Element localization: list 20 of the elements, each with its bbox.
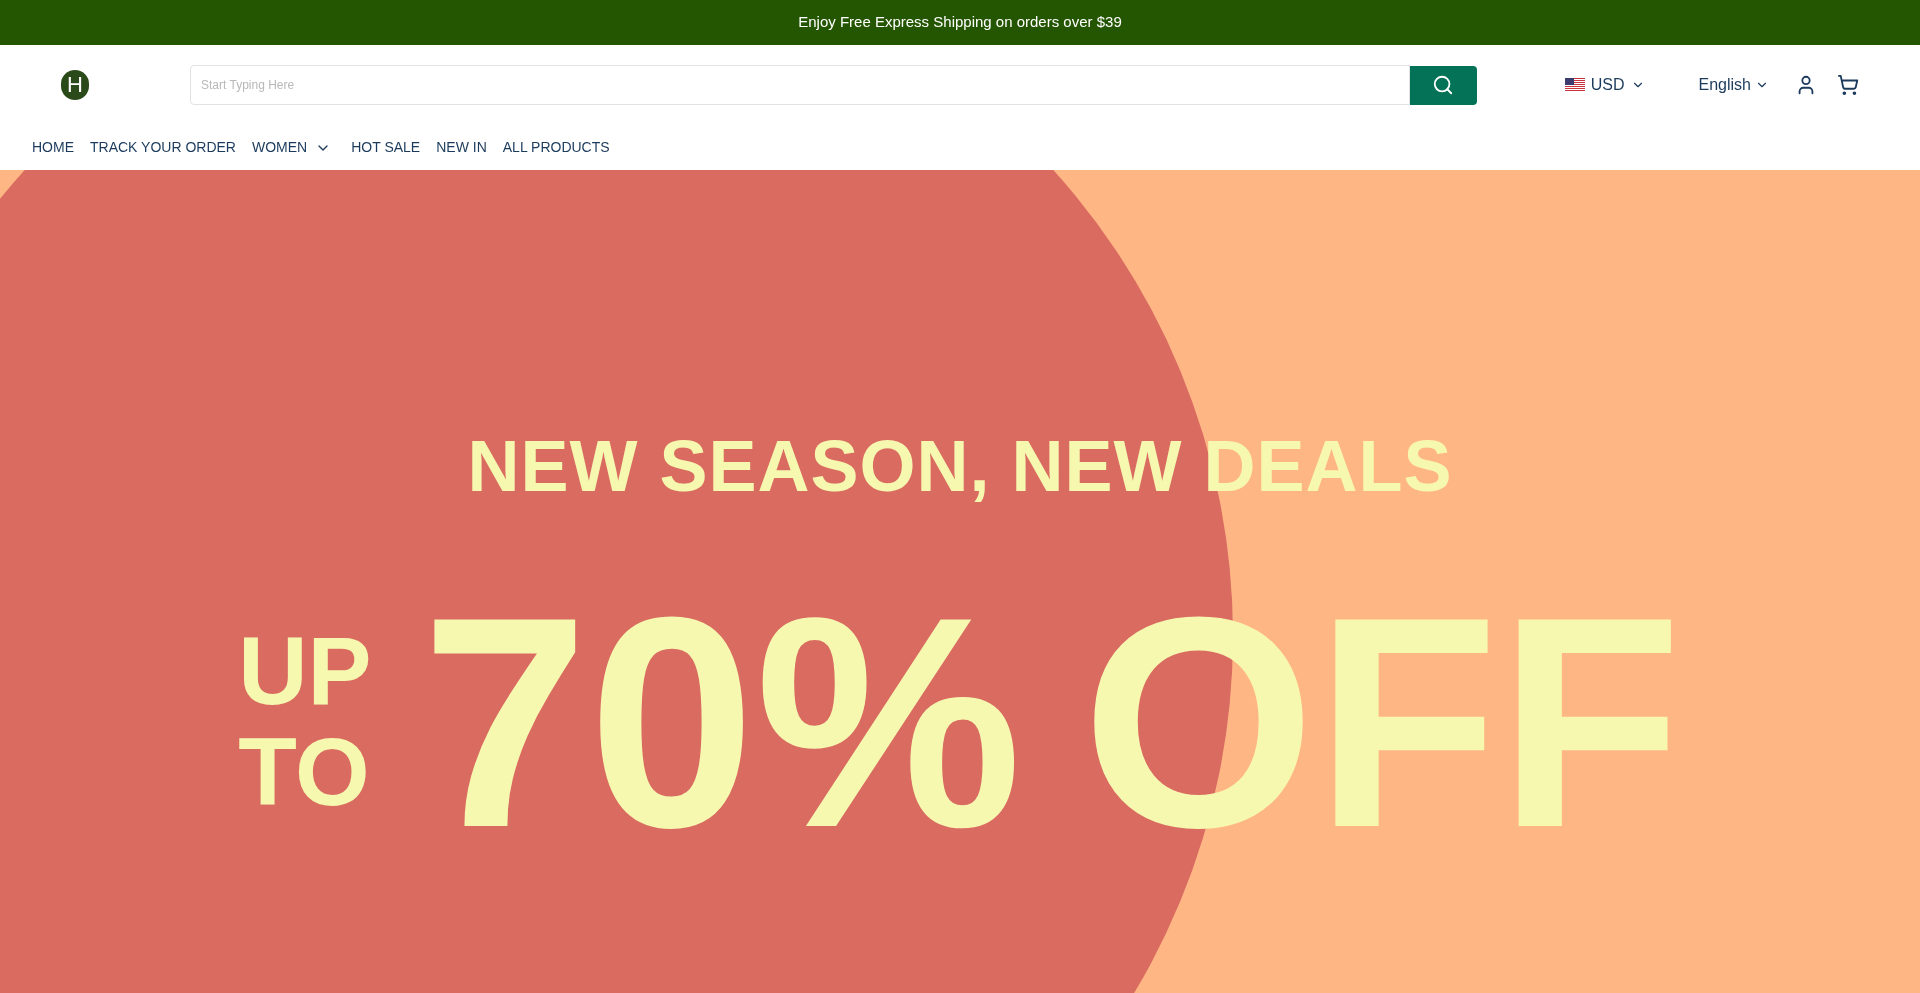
- currency-selector[interactable]: USD: [1564, 73, 1645, 97]
- logo[interactable]: H: [61, 70, 89, 100]
- nav-link[interactable]: HOT SALE: [351, 137, 421, 158]
- hero-up-text: UP: [238, 621, 372, 722]
- nav-link[interactable]: NEW IN: [436, 137, 487, 158]
- hero-to-text: TO: [238, 722, 371, 823]
- nav-link[interactable]: HOME: [32, 137, 74, 158]
- language-selector[interactable]: English: [1698, 73, 1769, 97]
- search-field[interactable]: Start Typing Here: [190, 65, 1410, 105]
- announcement-text: Enjoy Free Express Shipping on orders over $39: [798, 12, 1122, 33]
- search-button[interactable]: [1409, 65, 1477, 105]
- nav-link[interactable]: WOMEN: [252, 137, 332, 158]
- search-icon: [1432, 74, 1455, 96]
- cart-icon: [1837, 74, 1859, 96]
- nav-link[interactable]: ALL PRODUCTS: [502, 137, 610, 158]
- hero-discount: 70%: [421, 572, 1022, 872]
- nav-link[interactable]: TRACK YOUR ORDER: [90, 137, 236, 158]
- flag-icon: [1564, 78, 1585, 92]
- hero-headline: NEW SEASON, NEW DEALS: [467, 430, 1453, 502]
- cart-button[interactable]: [1837, 74, 1859, 96]
